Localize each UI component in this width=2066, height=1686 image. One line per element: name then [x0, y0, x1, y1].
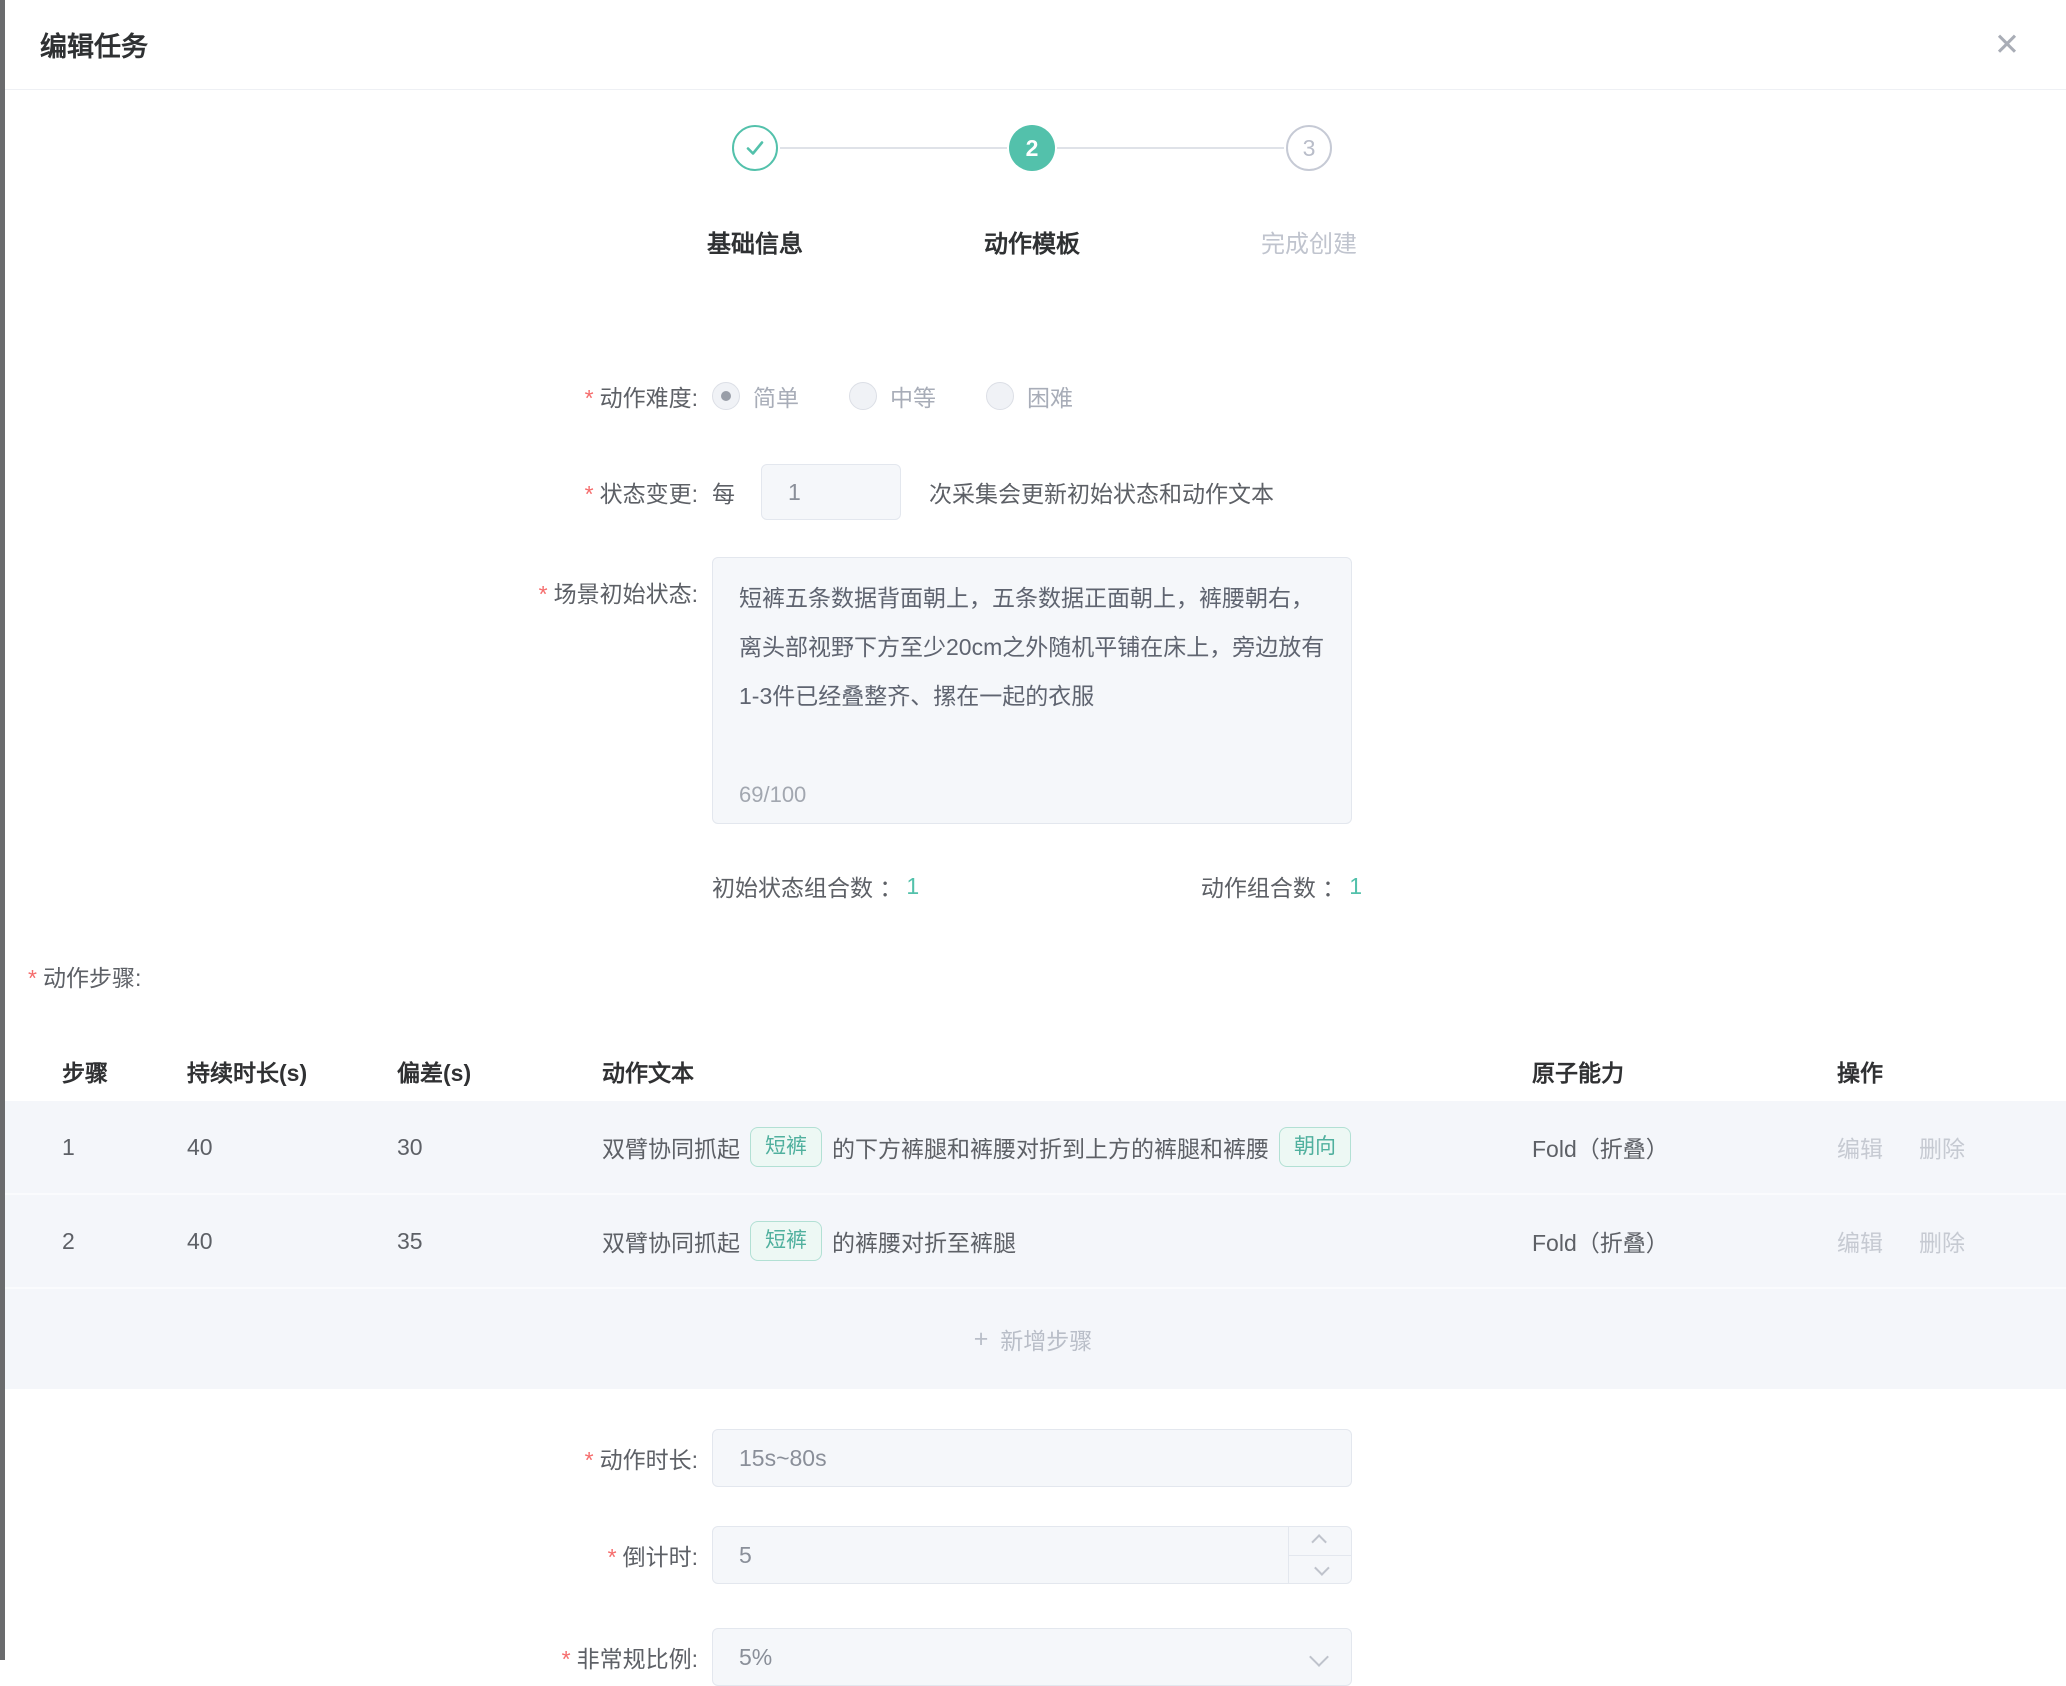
step-label-basic-info: 基础信息	[707, 224, 803, 259]
required-asterisk: *	[585, 1447, 594, 1473]
atomic-capability: Fold（折叠）	[1532, 1224, 1837, 1258]
delete-link[interactable]: 删除	[1919, 1130, 1965, 1164]
decrement-button[interactable]	[1289, 1556, 1351, 1584]
difficulty-row: *动作难度: 简单 中等 困难	[0, 379, 2066, 413]
chevron-down-icon	[1314, 1560, 1330, 1576]
step-duration: 40	[187, 1134, 397, 1161]
step-duration: 40	[187, 1228, 397, 1255]
countdown-input[interactable]	[712, 1526, 1352, 1584]
step-deviation: 30	[397, 1134, 602, 1161]
object-tag: 短裤	[750, 1127, 822, 1166]
increment-button[interactable]	[1289, 1527, 1351, 1556]
header-step: 步骤	[62, 1054, 187, 1088]
stepper-controls	[1288, 1527, 1351, 1583]
header-action-text: 动作文本	[602, 1054, 1532, 1088]
step-pending-circle: 3	[1286, 125, 1332, 171]
combo-counts-row: 初始状态组合数 ： 1 动作组合数 ： 1	[712, 869, 1362, 903]
delete-link[interactable]: 删除	[1919, 1224, 1965, 1258]
state-change-input[interactable]	[761, 464, 901, 520]
state-change-row: *状态变更: 每 次采集会更新初始状态和动作文本	[0, 464, 2066, 520]
difficulty-label: *动作难度:	[0, 379, 712, 413]
step-done-circle	[732, 125, 778, 171]
step-label-action-template: 动作模板	[984, 224, 1080, 259]
row-operations: 编辑 删除	[1837, 1224, 2066, 1258]
step-number: 1	[62, 1134, 187, 1161]
dialog-title: 编辑任务	[40, 25, 148, 64]
action-steps-section-label: *动作步骤:	[28, 959, 2066, 993]
countdown-label: *倒计时:	[0, 1538, 712, 1572]
object-tag: 短裤	[750, 1221, 822, 1260]
duration-label: *动作时长:	[0, 1441, 712, 1475]
atomic-capability: Fold（折叠）	[1532, 1130, 1837, 1164]
unusual-ratio-label: *非常规比例:	[0, 1640, 712, 1674]
radio-medium[interactable]: 中等	[849, 379, 936, 413]
initial-state-label: *场景初始状态:	[0, 557, 712, 609]
required-asterisk: *	[585, 385, 594, 411]
step-connector	[780, 147, 1007, 149]
wizard-stepper: 2 3 基础信息 动作模板 完成创建	[732, 125, 1334, 267]
difficulty-radio-group: 简单 中等 困难	[712, 379, 1073, 413]
close-icon[interactable]: ✕	[1994, 29, 2020, 60]
unusual-ratio-row: *非常规比例: 5%	[0, 1628, 2066, 1686]
action-combo-value: 1	[1349, 873, 1362, 900]
countdown-row: *倒计时:	[0, 1526, 2066, 1584]
step-number: 2	[62, 1228, 187, 1255]
action-text: 双臂协同抓起 短裤 的下方裤腿和裤腰对折到上方的裤腿和裤腰 朝向	[602, 1127, 1532, 1166]
edit-link[interactable]: 编辑	[1837, 1224, 1883, 1258]
char-counter: 69/100	[739, 782, 806, 808]
step-deviation: 35	[397, 1228, 602, 1255]
radio-circle	[712, 382, 740, 410]
state-change-prefix: 每	[712, 475, 735, 509]
add-step-button[interactable]: + 新增步骤	[0, 1289, 2066, 1389]
required-asterisk: *	[539, 581, 548, 607]
dialog-header: 编辑任务 ✕	[0, 0, 2066, 90]
row-operations: 编辑 删除	[1837, 1130, 2066, 1164]
countdown-stepper	[712, 1526, 1352, 1584]
state-change-suffix: 次采集会更新初始状态和动作文本	[929, 475, 1274, 509]
chevron-up-icon	[1311, 1534, 1327, 1550]
step-active-circle: 2	[1009, 125, 1055, 171]
plus-icon: +	[974, 1325, 989, 1354]
table-row: 2 40 35 双臂协同抓起 短裤 的裤腰对折至裤腿 Fold（折叠） 编辑 删…	[0, 1195, 2066, 1289]
required-asterisk: *	[585, 481, 594, 507]
duration-row: *动作时长:	[0, 1429, 2066, 1487]
table-row: 1 40 30 双臂协同抓起 短裤 的下方裤腿和裤腰对折到上方的裤腿和裤腰 朝向…	[0, 1101, 2066, 1195]
select-value: 5%	[712, 1628, 1352, 1686]
required-asterisk: *	[562, 1646, 571, 1672]
header-operations: 操作	[1837, 1054, 2066, 1088]
initial-state-field: 短裤五条数据背面朝上，五条数据正面朝上，裤腰朝右，离头部视野下方至少20cm之外…	[712, 557, 1352, 824]
header-duration: 持续时长(s)	[187, 1054, 397, 1088]
step-connector	[1057, 147, 1284, 149]
table-header-row: 步骤 持续时长(s) 偏差(s) 动作文本 原子能力 操作	[0, 1041, 2066, 1101]
action-steps-table: 步骤 持续时长(s) 偏差(s) 动作文本 原子能力 操作 1 40 30 双臂…	[0, 1041, 2066, 1389]
edit-link[interactable]: 编辑	[1837, 1130, 1883, 1164]
header-deviation: 偏差(s)	[397, 1054, 602, 1088]
radio-circle	[849, 382, 877, 410]
radio-easy[interactable]: 简单	[712, 379, 799, 413]
required-asterisk: *	[608, 1544, 617, 1570]
initial-combo-value: 1	[906, 873, 919, 900]
step-label-finish: 完成创建	[1261, 224, 1357, 259]
unusual-ratio-select[interactable]: 5%	[712, 1628, 1352, 1686]
state-change-label: *状态变更:	[0, 475, 712, 509]
initial-state-textarea[interactable]: 短裤五条数据背面朝上，五条数据正面朝上，裤腰朝右，离头部视野下方至少20cm之外…	[712, 557, 1352, 824]
action-text: 双臂协同抓起 短裤 的裤腰对折至裤腿	[602, 1221, 1532, 1260]
check-icon	[743, 136, 767, 160]
orientation-tag: 朝向	[1279, 1127, 1351, 1166]
page-left-edge	[0, 0, 5, 1660]
initial-state-row: *场景初始状态: 短裤五条数据背面朝上，五条数据正面朝上，裤腰朝右，离头部视野下…	[0, 557, 2066, 824]
initial-state-combo-count: 初始状态组合数 ： 1	[712, 869, 919, 903]
required-asterisk: *	[28, 965, 37, 991]
radio-hard[interactable]: 困难	[986, 379, 1073, 413]
header-capability: 原子能力	[1532, 1054, 1837, 1088]
action-combo-count: 动作组合数 ： 1	[1201, 869, 1362, 903]
radio-circle	[986, 382, 1014, 410]
duration-input[interactable]	[712, 1429, 1352, 1487]
